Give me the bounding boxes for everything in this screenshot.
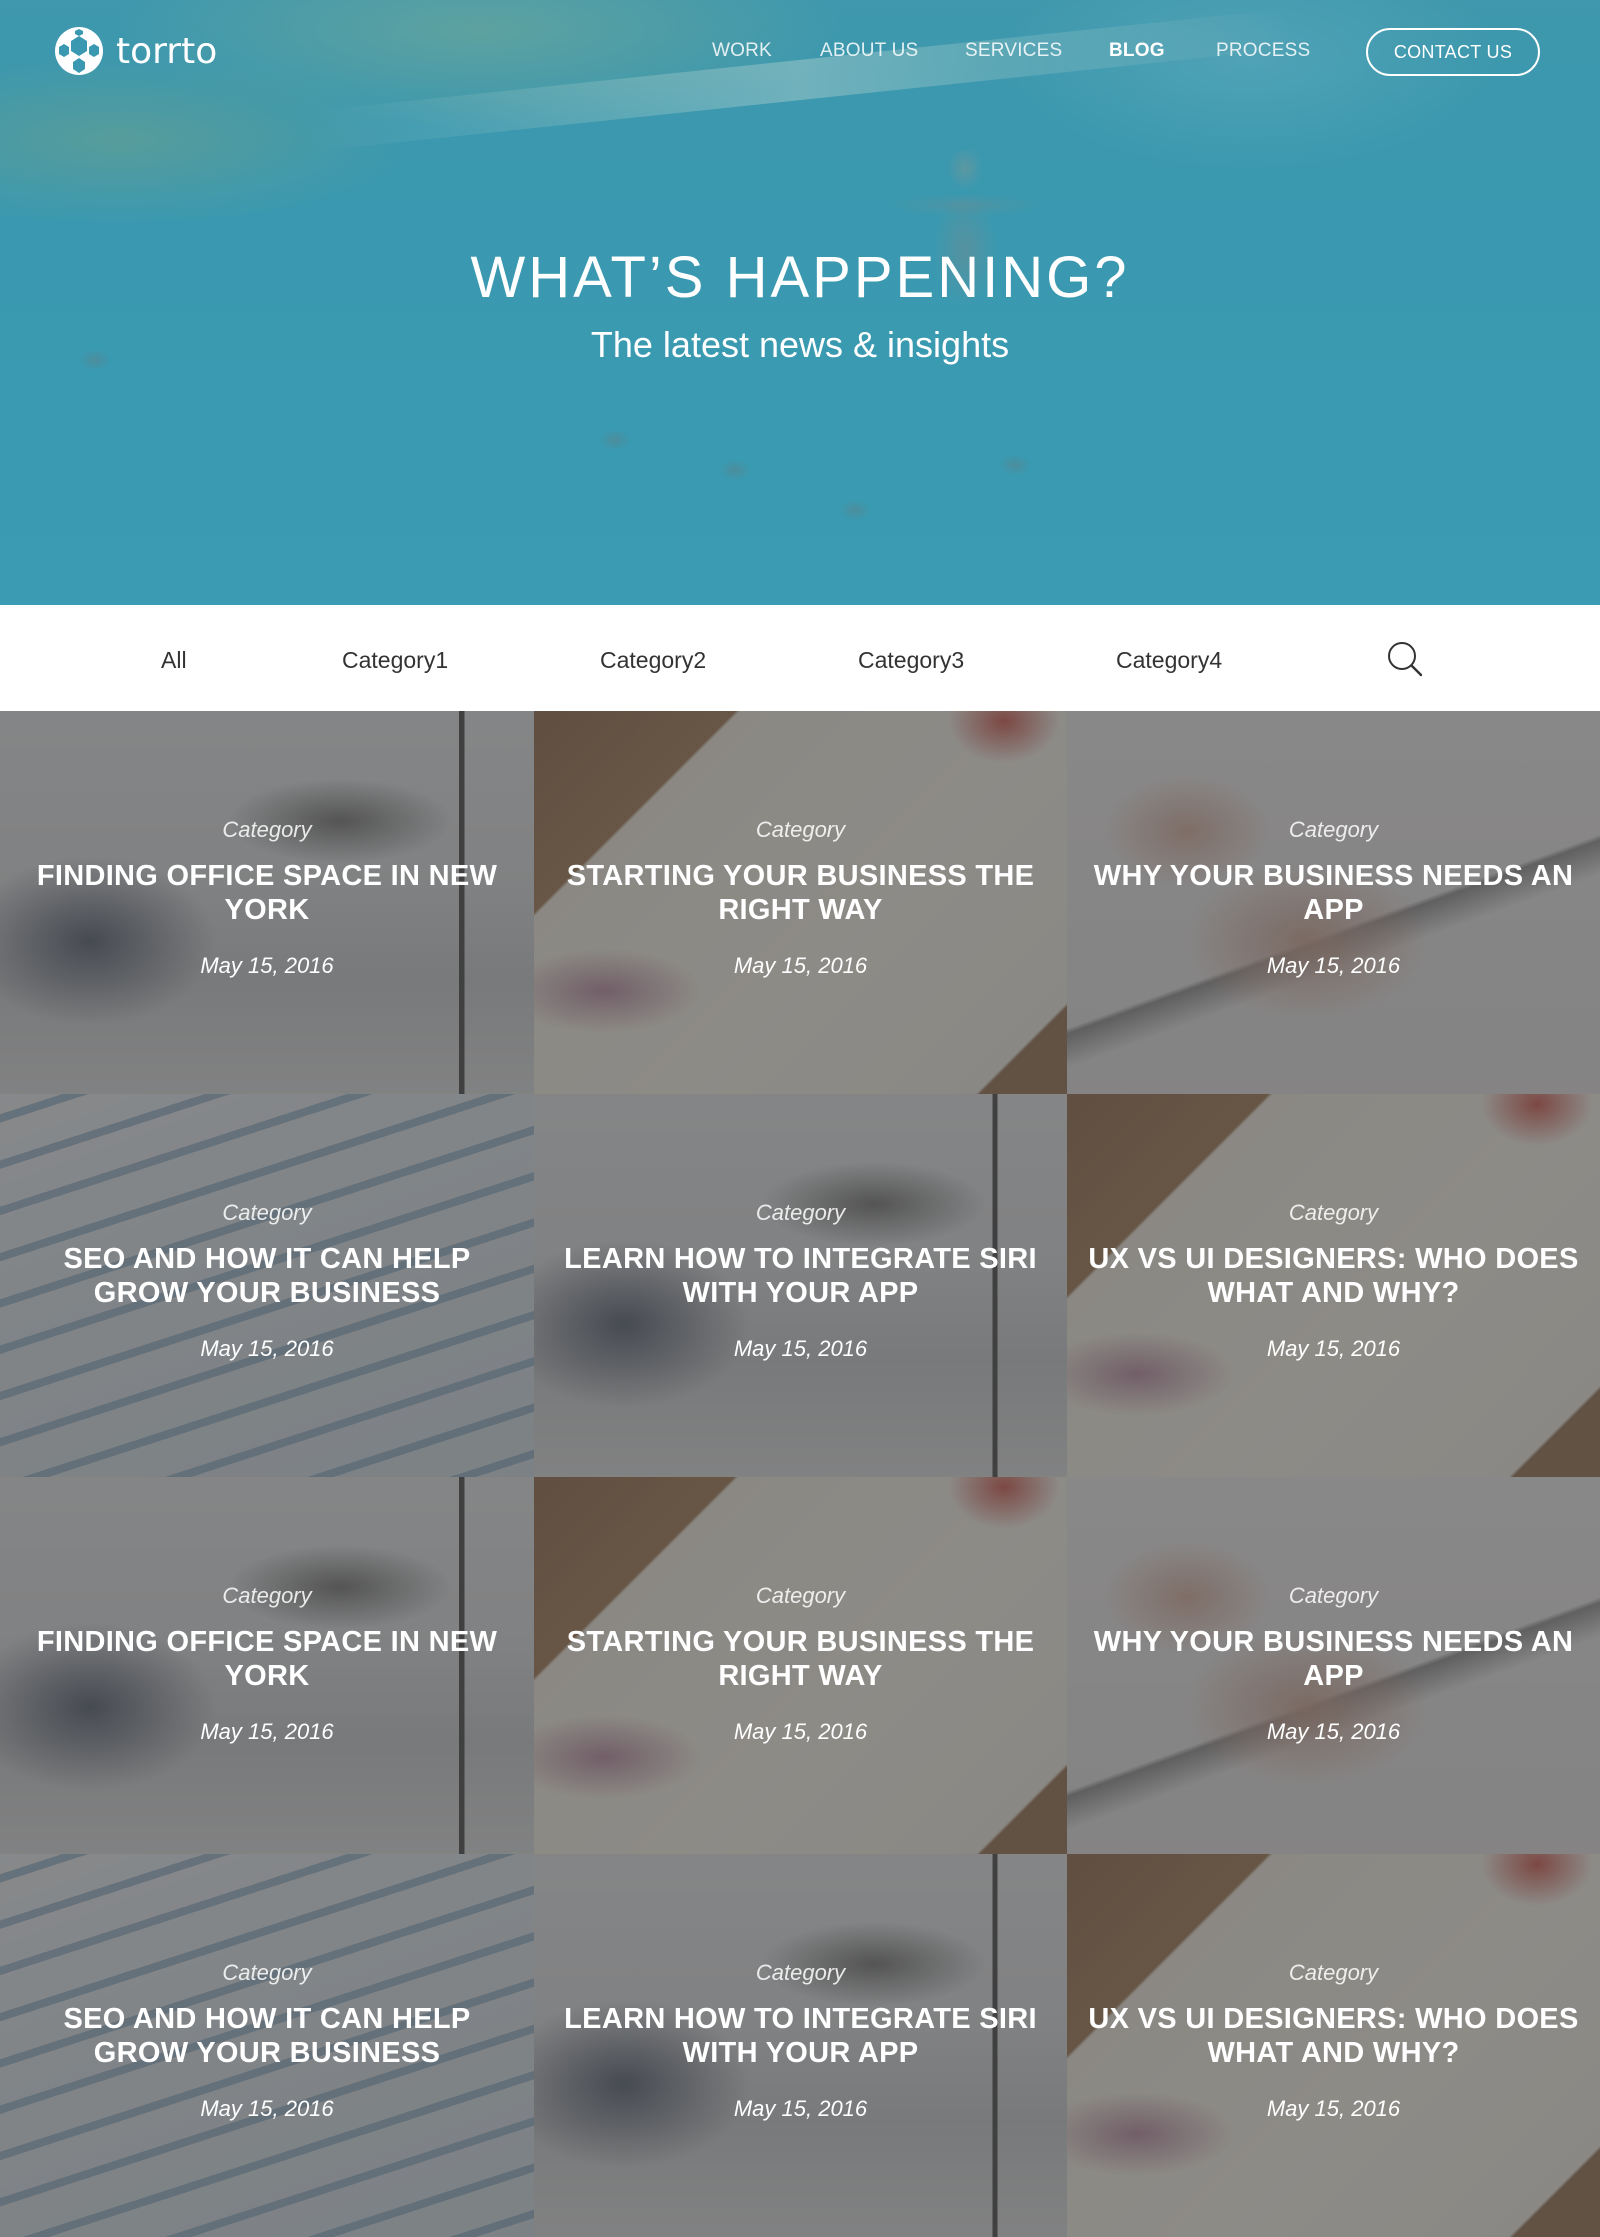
post-category[interactable]: Category xyxy=(0,1200,534,1226)
blog-post-card[interactable]: Category SEO AND HOW IT CAN HELP GROW YOU… xyxy=(0,1094,534,1477)
main-nav: WORK ABOUT US SERVICES BLOG PROCESS xyxy=(0,40,1600,64)
page-subtitle: The latest news & insights xyxy=(590,324,1010,365)
blog-post-grid: Category FINDING OFFICE SPACE IN NEW YORK… xyxy=(0,711,1600,2237)
contact-us-button[interactable]: CONTACT US xyxy=(1366,28,1540,76)
nav-item-blog[interactable]: BLOG xyxy=(1109,40,1165,62)
post-category[interactable]: Category xyxy=(1067,1960,1600,1986)
post-category[interactable]: Category xyxy=(0,1583,534,1609)
blog-post-card[interactable]: Category LEARN HOW TO INTEGRATE SIRI WITH… xyxy=(534,1854,1067,2237)
post-title[interactable]: WHY YOUR BUSINESS NEEDS AN APP xyxy=(1087,1625,1580,1693)
post-category[interactable]: Category xyxy=(534,1583,1067,1609)
blog-post-card[interactable]: Category FINDING OFFICE SPACE IN NEW YORK… xyxy=(0,711,534,1094)
post-date: May 15, 2016 xyxy=(200,1719,334,1744)
post-title[interactable]: UX VS UI DESIGNERS: WHO DOES WHAT AND WH… xyxy=(1087,2002,1580,2070)
nav-item-about-us[interactable]: ABOUT US xyxy=(820,40,918,62)
post-title[interactable]: FINDING OFFICE SPACE IN NEW YORK xyxy=(20,859,514,927)
post-date: May 15, 2016 xyxy=(733,953,868,978)
blog-post-card[interactable]: Category WHY YOUR BUSINESS NEEDS AN APP Ma… xyxy=(1067,711,1600,1094)
post-title[interactable]: WHY YOUR BUSINESS NEEDS AN APP xyxy=(1087,859,1580,927)
post-date: May 15, 2016 xyxy=(200,2096,334,2121)
post-category[interactable]: Category xyxy=(534,817,1067,843)
nav-item-process[interactable]: PROCESS xyxy=(1216,40,1310,62)
post-date: May 15, 2016 xyxy=(733,1336,868,1361)
blog-post-card[interactable]: Category FINDING OFFICE SPACE IN NEW YORK… xyxy=(0,1477,534,1854)
post-category[interactable]: Category xyxy=(0,817,534,843)
hero-banner: torrto WORK ABOUT US SERVICES BLOG PROCE… xyxy=(0,0,1600,605)
post-title[interactable]: LEARN HOW TO INTEGRATE SIRI WITH YOUR AP… xyxy=(554,1242,1047,1310)
hero-background-swimmer xyxy=(1000,455,1030,475)
blog-post-card[interactable]: Category WHY YOUR BUSINESS NEEDS AN APP Ma… xyxy=(1067,1477,1600,1854)
post-date: May 15, 2016 xyxy=(1266,1719,1401,1744)
page-title: WHAT’S HAPPENING? xyxy=(470,245,1130,310)
post-category[interactable]: Category xyxy=(0,1960,534,1986)
post-title[interactable]: STARTING YOUR BUSINESS THE RIGHT WAY xyxy=(554,859,1047,927)
category-filter-1[interactable]: Category1 xyxy=(342,647,448,674)
post-category[interactable]: Category xyxy=(534,1200,1067,1226)
blog-post-card[interactable]: Category LEARN HOW TO INTEGRATE SIRI WITH… xyxy=(534,1094,1067,1477)
post-category[interactable]: Category xyxy=(534,1960,1067,1986)
blog-post-card[interactable]: Category UX VS UI DESIGNERS: WHO DOES WHA… xyxy=(1067,1094,1600,1477)
post-title[interactable]: LEARN HOW TO INTEGRATE SIRI WITH YOUR AP… xyxy=(554,2002,1047,2070)
post-category[interactable]: Category xyxy=(1067,817,1600,843)
blog-post-card[interactable]: Category SEO AND HOW IT CAN HELP GROW YOU… xyxy=(0,1854,534,2237)
post-date: May 15, 2016 xyxy=(1266,1336,1401,1361)
nav-item-services[interactable]: SERVICES xyxy=(965,40,1062,62)
post-date: May 15, 2016 xyxy=(1266,2096,1401,2121)
hero-background-swimmer xyxy=(600,430,630,450)
search-icon[interactable] xyxy=(1386,640,1424,678)
category-filter-2[interactable]: Category2 xyxy=(600,647,706,674)
blog-post-card[interactable]: Category STARTING YOUR BUSINESS THE RIGHT… xyxy=(534,1477,1067,1854)
hero-background-swimmer xyxy=(720,460,750,480)
category-filter-bar: All Category1 Category2 Category3 Catego… xyxy=(0,605,1600,711)
post-title[interactable]: STARTING YOUR BUSINESS THE RIGHT WAY xyxy=(554,1625,1047,1693)
post-title[interactable]: SEO AND HOW IT CAN HELP GROW YOUR BUSINE… xyxy=(20,1242,514,1310)
post-title[interactable]: FINDING OFFICE SPACE IN NEW YORK xyxy=(20,1625,514,1693)
nav-item-work[interactable]: WORK xyxy=(712,40,772,62)
post-category[interactable]: Category xyxy=(1067,1200,1600,1226)
category-filter-4[interactable]: Category4 xyxy=(1116,647,1222,674)
post-date: May 15, 2016 xyxy=(200,1336,334,1361)
post-date: May 15, 2016 xyxy=(733,1719,868,1744)
post-category[interactable]: Category xyxy=(1067,1583,1600,1609)
blog-post-card[interactable]: Category UX VS UI DESIGNERS: WHO DOES WHA… xyxy=(1067,1854,1600,2237)
hero-background-swimmer xyxy=(840,500,870,520)
post-title[interactable]: UX VS UI DESIGNERS: WHO DOES WHAT AND WH… xyxy=(1087,1242,1580,1310)
post-date: May 15, 2016 xyxy=(1266,953,1401,978)
post-title[interactable]: SEO AND HOW IT CAN HELP GROW YOUR BUSINE… xyxy=(20,2002,514,2070)
category-filter-3[interactable]: Category3 xyxy=(858,647,964,674)
blog-post-card[interactable]: Category STARTING YOUR BUSINESS THE RIGHT… xyxy=(534,711,1067,1094)
post-date: May 15, 2016 xyxy=(733,2096,868,2121)
category-filter-all[interactable]: All xyxy=(161,647,187,674)
post-date: May 15, 2016 xyxy=(200,953,334,978)
